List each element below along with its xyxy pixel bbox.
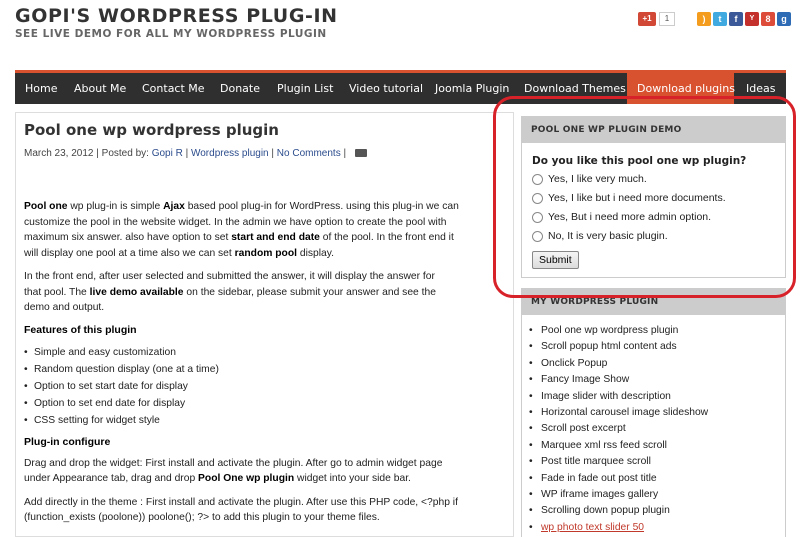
intro-paragraph: Pool one wp plug-in is simple Ajax based…	[24, 201, 459, 259]
post-author-link[interactable]: Gopi R	[152, 148, 183, 159]
radio-button[interactable]	[532, 173, 543, 185]
features-heading: Features of this plugin	[24, 323, 137, 336]
plugin-link[interactable]: Horizontal carousel image slideshow	[529, 405, 785, 422]
theme-code-paragraph: Add directly in the theme : First instal…	[24, 496, 458, 524]
plugin-link[interactable]: Fade in fade out post title	[529, 471, 785, 488]
list-item: Random question display (one at a time)	[24, 361, 502, 378]
poll-widget: POOL ONE WP PLUGIN DEMO Do you like this…	[521, 116, 786, 278]
plugin-link[interactable]: Scroll post excerpt	[529, 421, 785, 438]
plugin-link[interactable]: Fancy Image Show	[529, 372, 785, 389]
facebook-icon[interactable]: f	[729, 12, 743, 26]
post-category-link[interactable]: Wordpress plugin	[191, 148, 269, 159]
plugin-link[interactable]: Marquee xml rss feed scroll	[529, 438, 785, 455]
poll-option[interactable]: Yes, I like very much.	[532, 173, 785, 186]
twitter-icon[interactable]: t	[713, 12, 727, 26]
plugin-link[interactable]: Scroll popup html content ads	[529, 339, 785, 356]
plugin-link[interactable]: wp photo text slider 50	[529, 520, 785, 537]
nav-donate[interactable]: Donate	[210, 73, 270, 104]
google-plus-one-button[interactable]: +1	[638, 12, 656, 26]
nav-home[interactable]: Home	[15, 73, 67, 104]
configure-heading: Plug-in configure	[24, 435, 111, 448]
plugin-link[interactable]: Post title marquee scroll	[529, 454, 785, 471]
list-item: Simple and easy customization	[24, 344, 502, 361]
radio-button[interactable]	[532, 211, 543, 223]
video-camera-icon	[354, 149, 367, 158]
post-comments-link[interactable]: No Comments	[277, 148, 341, 159]
nav-about-me[interactable]: About Me	[64, 73, 136, 104]
nav-plugin-list[interactable]: Plugin List	[267, 73, 343, 104]
poll-submit-button[interactable]: Submit	[532, 251, 579, 269]
plus-one-count: 1	[659, 12, 675, 26]
poll-option-label: Yes, But i need more admin option.	[548, 211, 712, 223]
posted-by-label: Posted by:	[101, 148, 149, 159]
demo-paragraph: In the front end, after user selected an…	[24, 271, 436, 313]
rss-icon[interactable]: )	[697, 12, 711, 26]
poll-option[interactable]: Yes, I like but i need more documents.	[532, 192, 785, 205]
list-item: CSS setting for widget style	[24, 412, 502, 429]
plugin-list-widget: MY WORDPRESS PLUGIN Pool one wp wordpres…	[521, 288, 786, 537]
main-nav: Home About Me Contact Me Donate Plugin L…	[15, 70, 786, 104]
gplus-icon[interactable]: g	[777, 12, 791, 26]
configure-paragraph: Drag and drop the widget: First install …	[24, 457, 443, 485]
plugin-link[interactable]: Image slider with description	[529, 389, 785, 406]
radio-button[interactable]	[532, 192, 543, 204]
post-title[interactable]: Pool one wp wordpress plugin	[24, 121, 502, 139]
features-list: Simple and easy customization Random que…	[24, 344, 502, 430]
site-tagline: SEE LIVE DEMO FOR ALL MY WORDPRESS PLUGI…	[15, 28, 327, 40]
site-title[interactable]: GOPI'S WORDPRESS PLUG-IN	[15, 5, 338, 27]
nav-download-themes[interactable]: Download Themes	[514, 73, 636, 104]
plugin-link[interactable]: Pool one wp wordpress plugin	[529, 323, 785, 340]
poll-option-label: No, It is very basic plugin.	[548, 230, 668, 242]
poll-option-label: Yes, I like but i need more documents.	[548, 192, 726, 204]
nav-download-plugins[interactable]: Download plugins	[627, 73, 735, 104]
poll-option-label: Yes, I like very much.	[548, 173, 647, 185]
poll-option[interactable]: Yes, But i need more admin option.	[532, 211, 785, 224]
poll-widget-heading: POOL ONE WP PLUGIN DEMO	[522, 117, 785, 143]
nav-contact-me[interactable]: Contact Me	[132, 73, 215, 104]
nav-ideas[interactable]: Ideas	[736, 73, 785, 104]
poll-question: Do you like this pool one wp plugin?	[532, 155, 747, 167]
google-icon[interactable]: 8	[761, 12, 775, 26]
poll-option[interactable]: No, It is very basic plugin.	[532, 230, 785, 243]
youtube-icon[interactable]: Y	[745, 12, 759, 26]
list-item: Option to set start date for display	[24, 378, 502, 395]
post-meta: March 23, 2012 | Posted by: Gopi R | Wor…	[24, 148, 502, 159]
plugin-link[interactable]: WP iframe images gallery	[529, 487, 785, 504]
list-item: Option to set end date for display	[24, 395, 502, 412]
post-article: Pool one wp wordpress plugin March 23, 2…	[15, 112, 514, 537]
plugin-link[interactable]: Onclick Popup	[529, 356, 785, 373]
plugin-link[interactable]: Scrolling down popup plugin	[529, 503, 785, 520]
plugin-list-heading: MY WORDPRESS PLUGIN	[522, 289, 785, 315]
nav-video-tutorial[interactable]: Video tutorial	[339, 73, 433, 104]
plugin-list: Pool one wp wordpress plugin Scroll popu…	[522, 323, 785, 537]
radio-button[interactable]	[532, 230, 543, 242]
post-date: March 23, 2012	[24, 148, 94, 159]
nav-joomla-plugin[interactable]: Joomla Plugin	[425, 73, 519, 104]
